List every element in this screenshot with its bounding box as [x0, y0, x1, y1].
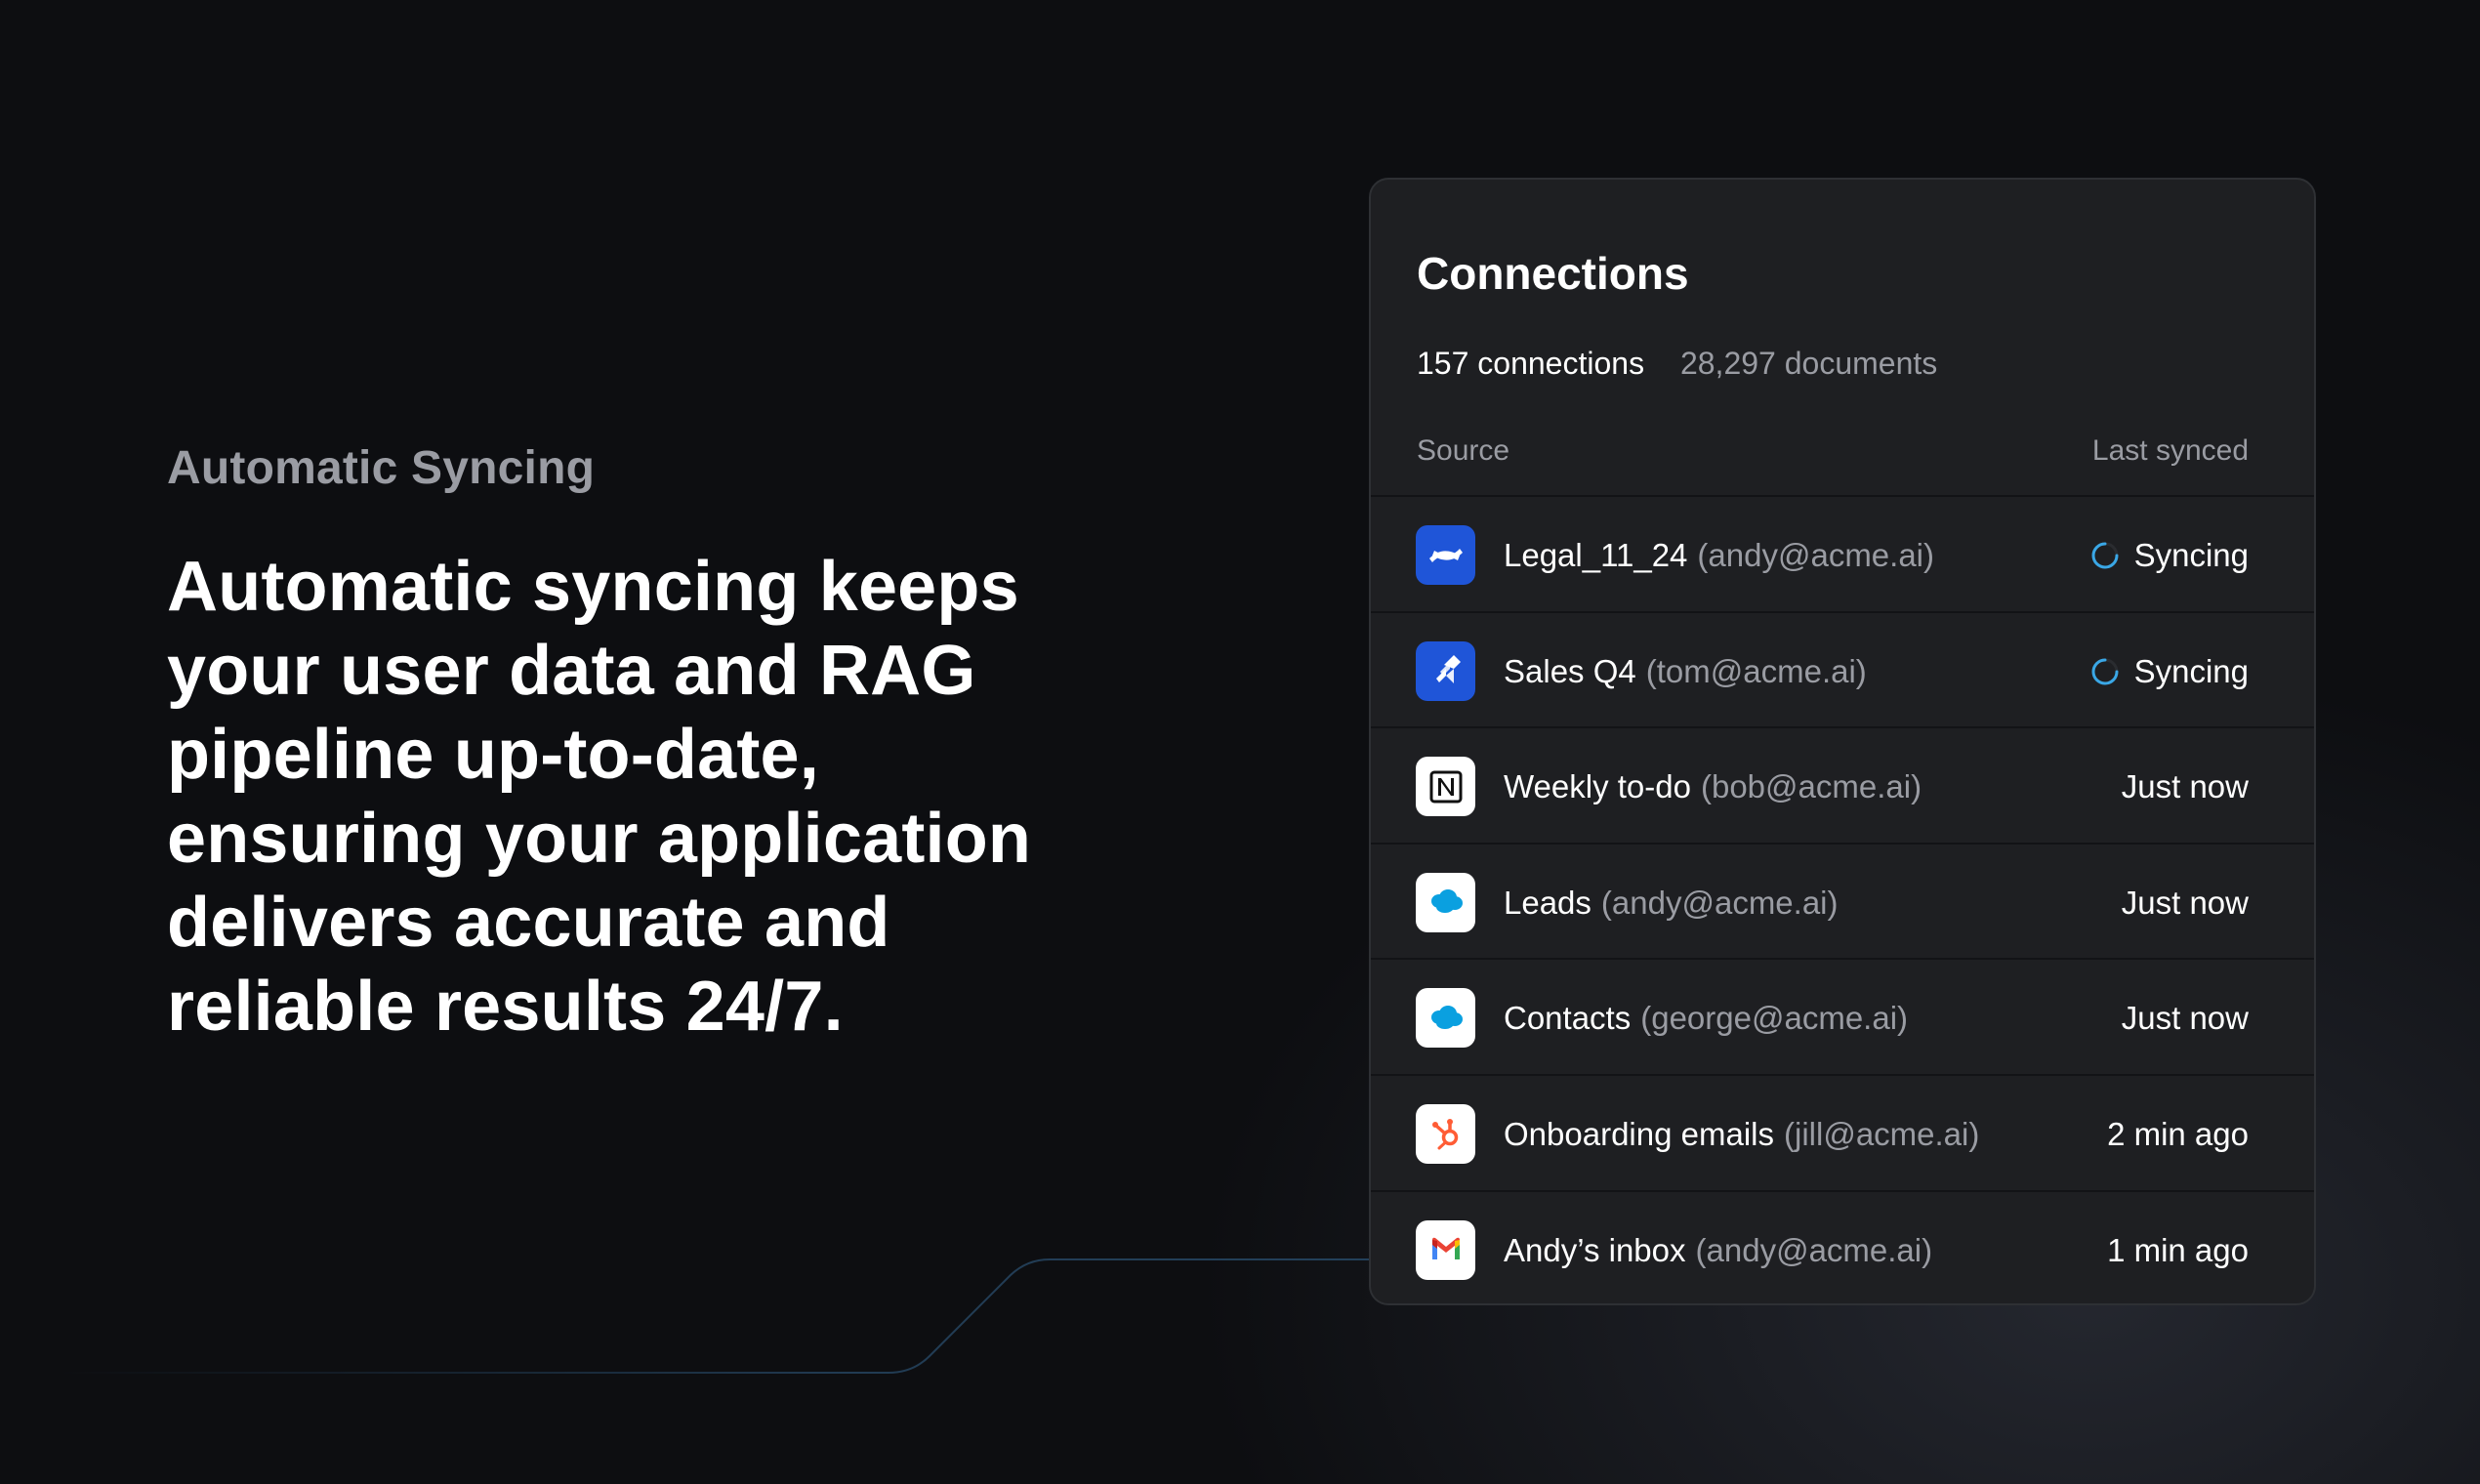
row-owner: (andy@acme.ai) [1697, 537, 1935, 573]
eyebrow-title: Automatic Syncing [167, 442, 596, 494]
syncing-spinner-icon [2091, 542, 2119, 569]
row-source-name: Weekly to-do [1504, 768, 1691, 805]
table-row[interactable]: Weekly to-do (bob@acme.ai) Just now [1371, 726, 2314, 843]
row-status: Syncing [2089, 650, 2249, 693]
row-status-text: 2 min ago [2107, 1115, 2249, 1152]
row-owner: (jill@acme.ai) [1784, 1115, 1980, 1152]
row-status: Just now [2122, 882, 2249, 925]
row-source-name: Sales Q4 [1504, 652, 1636, 689]
panel-title: Connections [1417, 248, 1689, 299]
row-status-text: Syncing [2133, 652, 2249, 689]
row-owner: (george@acme.ai) [1640, 1000, 1909, 1037]
row-status-text: Syncing [2133, 537, 2249, 573]
table-row[interactable]: Andy’s inbox (andy@acme.ai) 1 min ago [1371, 1189, 2314, 1303]
row-status: Syncing [2089, 534, 2249, 577]
row-status-text: Just now [2121, 884, 2249, 921]
intro: Automatic Syncing Automatic syncing keep… [167, 437, 1104, 1049]
salesforce-icon [1416, 988, 1475, 1049]
row-status: Just now [2122, 997, 2249, 1040]
notion-icon [1416, 757, 1475, 817]
row-source-name: Contacts [1504, 1000, 1632, 1037]
row-source-name: Andy’s inbox [1504, 1231, 1686, 1268]
row-source-name: Legal_11_24 [1504, 537, 1688, 573]
table-row[interactable]: Contacts (george@acme.ai) Just now [1371, 958, 2314, 1074]
row-status-text: 1 min ago [2107, 1231, 2249, 1268]
row-owner: (tom@acme.ai) [1645, 652, 1867, 689]
syncing-spinner-icon [2091, 658, 2119, 685]
row-status: Just now [2122, 765, 2249, 808]
row-source-name: Leads [1504, 884, 1591, 921]
row-status-text: Just now [2121, 1000, 2249, 1037]
salesforce-icon [1416, 872, 1475, 932]
row-owner: (bob@acme.ai) [1700, 768, 1922, 805]
row-status: 1 min ago [2107, 1229, 2249, 1272]
row-source-name: Onboarding emails [1504, 1115, 1774, 1152]
hubspot-icon [1416, 1103, 1475, 1164]
table-row[interactable]: Sales Q4 (tom@acme.ai) Syncing [1371, 610, 2314, 727]
row-status-text: Just now [2121, 768, 2249, 805]
connections-list: Legal_11_24 (andy@acme.ai) Syncing Sales… [1371, 495, 2314, 1303]
column-header-source[interactable]: Source [1417, 432, 1509, 471]
table-row[interactable]: Legal_11_24 (andy@acme.ai) Syncing [1371, 495, 2314, 611]
column-header-last-synced[interactable]: Last synced [2092, 432, 2249, 471]
row-status: 2 min ago [2107, 1113, 2249, 1156]
table-row[interactable]: Leads (andy@acme.ai) Just now [1371, 842, 2314, 959]
decor-line-bottom [59, 1258, 1369, 1374]
headline: Automatic syncing keeps your user data a… [167, 548, 1032, 1046]
connections-panel: Connections 157 connections 28,297 docum… [1369, 178, 2316, 1305]
connection-stats: 157 connections 28,297 documents [1417, 344, 1937, 383]
gmail-icon [1416, 1219, 1475, 1280]
confluence-icon [1416, 525, 1475, 585]
documents-count: 28,297 documents [1679, 346, 1938, 381]
jira-icon [1416, 640, 1475, 701]
stage: Automatic Syncing Automatic syncing keep… [0, 0, 2480, 1484]
connections-count: 157 connections [1417, 346, 1645, 381]
table-row[interactable]: Onboarding emails (jill@acme.ai) 2 min ag… [1371, 1073, 2314, 1190]
row-owner: (andy@acme.ai) [1695, 1231, 1933, 1268]
row-owner: (andy@acme.ai) [1600, 884, 1839, 921]
